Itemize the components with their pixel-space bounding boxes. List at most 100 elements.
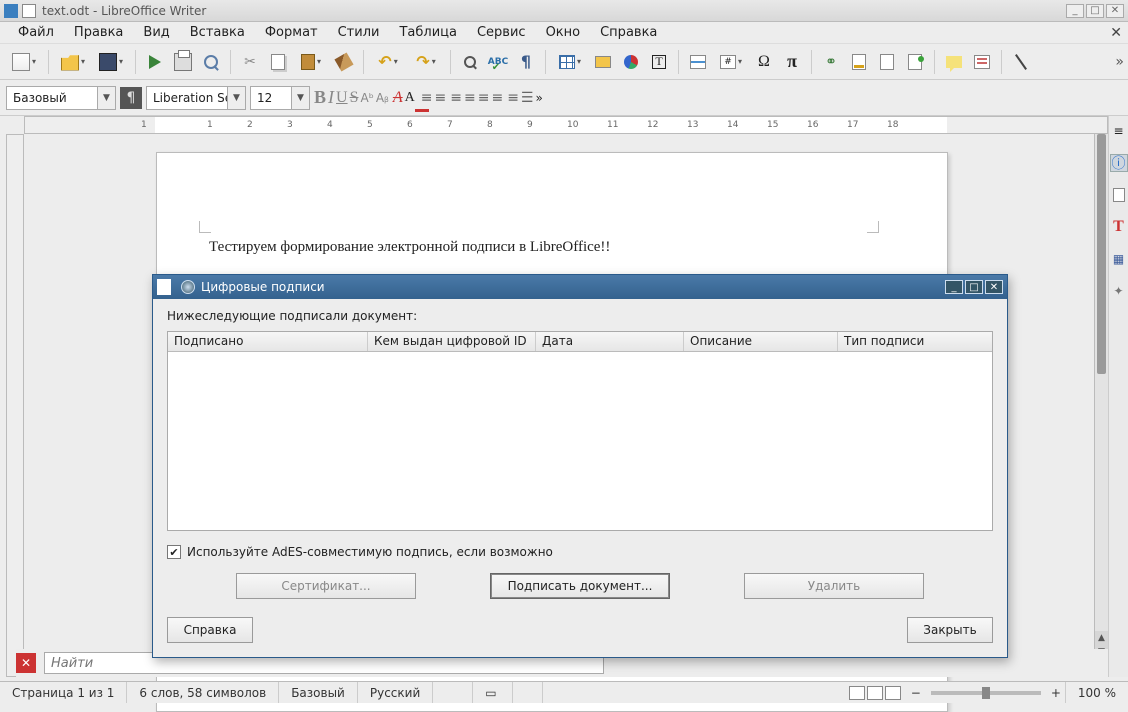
sidebar-navigator-button[interactable]: ✦: [1110, 282, 1128, 300]
align-center-button[interactable]: ≡: [464, 90, 476, 106]
fmtbar-overflow-button[interactable]: »: [535, 91, 542, 105]
find-close-button[interactable]: ✕: [16, 653, 36, 673]
paste-button[interactable]: [293, 49, 329, 75]
insert-page-break-button[interactable]: [685, 49, 711, 75]
dialog-settings-icon[interactable]: [181, 280, 195, 294]
col-signed-by[interactable]: Подписано: [168, 332, 368, 351]
close-document-button[interactable]: ✕: [1110, 25, 1122, 41]
clone-formatting-button[interactable]: [331, 49, 357, 75]
status-selection-mode[interactable]: ▭: [473, 682, 513, 703]
close-button[interactable]: Закрыть: [907, 617, 993, 643]
align-right-button[interactable]: ≡: [478, 90, 490, 106]
menu-file[interactable]: Файл: [8, 22, 64, 43]
bold-button[interactable]: B: [314, 87, 326, 108]
menu-view[interactable]: Вид: [133, 22, 179, 43]
insert-endnote-button[interactable]: [902, 49, 928, 75]
print-button[interactable]: [170, 49, 196, 75]
insert-bookmark-button[interactable]: [874, 49, 900, 75]
align-left-button[interactable]: ≡: [450, 90, 462, 106]
sidebar-gallery-button[interactable]: ▦: [1110, 250, 1128, 268]
zoom-percent[interactable]: 100 %: [1065, 682, 1128, 703]
track-changes-button[interactable]: [969, 49, 995, 75]
document-text[interactable]: Тестируем формирование электронной подпи…: [209, 239, 871, 256]
status-word-count[interactable]: 6 слов, 58 символов: [127, 682, 279, 703]
insert-textbox-button[interactable]: T: [646, 49, 672, 75]
find-replace-button[interactable]: [457, 49, 483, 75]
sign-document-button[interactable]: Подписать документ...: [490, 573, 670, 599]
formatting-marks-button[interactable]: ¶: [513, 49, 539, 75]
sidebar-properties-button[interactable]: ≡: [1110, 122, 1128, 140]
status-language[interactable]: Русский: [358, 682, 433, 703]
strikethrough-button[interactable]: S: [350, 89, 359, 107]
print-preview-button[interactable]: [198, 49, 224, 75]
dialog-minimize-button[interactable]: _: [945, 280, 963, 294]
subscript-button[interactable]: Aᵦ: [376, 91, 389, 105]
sidebar-info-button[interactable]: ⓘ: [1110, 154, 1128, 172]
book-view-icon[interactable]: [885, 686, 901, 700]
font-name-combo[interactable]: Liberation Se ▼: [146, 86, 246, 110]
ades-checkbox[interactable]: ✔: [167, 545, 181, 559]
italic-button[interactable]: I: [328, 87, 334, 108]
undo-button[interactable]: ↶: [370, 49, 406, 75]
insert-special-char-button[interactable]: Ω: [751, 49, 777, 75]
toolbar-overflow-button[interactable]: »: [1115, 54, 1124, 70]
window-maximize-button[interactable]: □: [1086, 4, 1104, 18]
horizontal-ruler[interactable]: 1 1 2 3 4 5 6 7 8 9 10 11 12 13 14 15 16…: [24, 116, 1108, 134]
col-issuer[interactable]: Кем выдан цифровой ID: [368, 332, 536, 351]
view-certificate-button[interactable]: Сертификат...: [236, 573, 416, 599]
status-page[interactable]: Страница 1 из 1: [0, 682, 127, 703]
remove-signature-button[interactable]: Удалить: [744, 573, 924, 599]
spellcheck-button[interactable]: ABC: [485, 49, 511, 75]
dialog-titlebar[interactable]: Цифровые подписи _ □ ✕: [153, 275, 1007, 299]
menu-insert[interactable]: Вставка: [180, 22, 255, 43]
paragraph-style-combo[interactable]: Базовый ▼: [6, 86, 116, 110]
dialog-close-icon[interactable]: ✕: [985, 280, 1003, 294]
paragraph-spacing-button[interactable]: ☰: [521, 90, 534, 106]
sidebar-page-button[interactable]: [1110, 186, 1128, 204]
ades-checkbox-row[interactable]: ✔ Используйте AdES-совместимую подпись, …: [167, 545, 993, 559]
new-style-button[interactable]: [120, 87, 142, 109]
menu-edit[interactable]: Правка: [64, 22, 133, 43]
bullet-list-button[interactable]: ≡: [421, 90, 433, 106]
insert-footnote-button[interactable]: [846, 49, 872, 75]
sidebar-styles-button[interactable]: T: [1110, 218, 1128, 236]
signatures-list[interactable]: Подписано Кем выдан цифровой ID Дата Опи…: [167, 331, 993, 531]
menu-tools[interactable]: Сервис: [467, 22, 536, 43]
status-page-style[interactable]: Базовый: [279, 682, 358, 703]
multi-page-view-icon[interactable]: [867, 686, 883, 700]
status-signature[interactable]: [513, 682, 543, 703]
draw-line-button[interactable]: [1008, 49, 1034, 75]
col-date[interactable]: Дата: [536, 332, 684, 351]
vertical-ruler[interactable]: [6, 134, 24, 677]
open-button[interactable]: [55, 49, 91, 75]
menu-table[interactable]: Таблица: [389, 22, 467, 43]
insert-table-button[interactable]: [552, 49, 588, 75]
insert-image-button[interactable]: [590, 49, 616, 75]
line-spacing-button[interactable]: ≡: [507, 90, 519, 106]
save-button[interactable]: [93, 49, 129, 75]
superscript-button[interactable]: Aᵇ: [360, 91, 373, 105]
zoom-slider[interactable]: [931, 691, 1041, 695]
font-size-combo[interactable]: 12 ▼: [250, 86, 310, 110]
new-document-button[interactable]: [6, 49, 42, 75]
status-insert-mode[interactable]: [433, 682, 473, 703]
insert-chart-button[interactable]: [618, 49, 644, 75]
font-color-button[interactable]: A: [405, 90, 415, 106]
insert-comment-button[interactable]: [941, 49, 967, 75]
single-page-view-icon[interactable]: [849, 686, 865, 700]
insert-formula-button[interactable]: π: [779, 49, 805, 75]
redo-button[interactable]: ↷: [408, 49, 444, 75]
zoom-out-button[interactable]: −: [907, 686, 925, 700]
zoom-in-button[interactable]: +: [1047, 686, 1065, 700]
dialog-maximize-button[interactable]: □: [965, 280, 983, 294]
menu-styles[interactable]: Стили: [328, 22, 390, 43]
clear-formatting-button[interactable]: A: [393, 89, 403, 107]
vertical-scrollbar[interactable]: ▲ ▼: [1094, 134, 1108, 659]
status-view-layout[interactable]: [843, 686, 907, 700]
copy-button[interactable]: [265, 49, 291, 75]
window-close-button[interactable]: ✕: [1106, 4, 1124, 18]
align-justify-button[interactable]: ≡: [491, 90, 503, 106]
export-pdf-button[interactable]: [142, 49, 168, 75]
number-list-button[interactable]: ≡: [435, 90, 447, 106]
window-minimize-button[interactable]: _: [1066, 4, 1084, 18]
